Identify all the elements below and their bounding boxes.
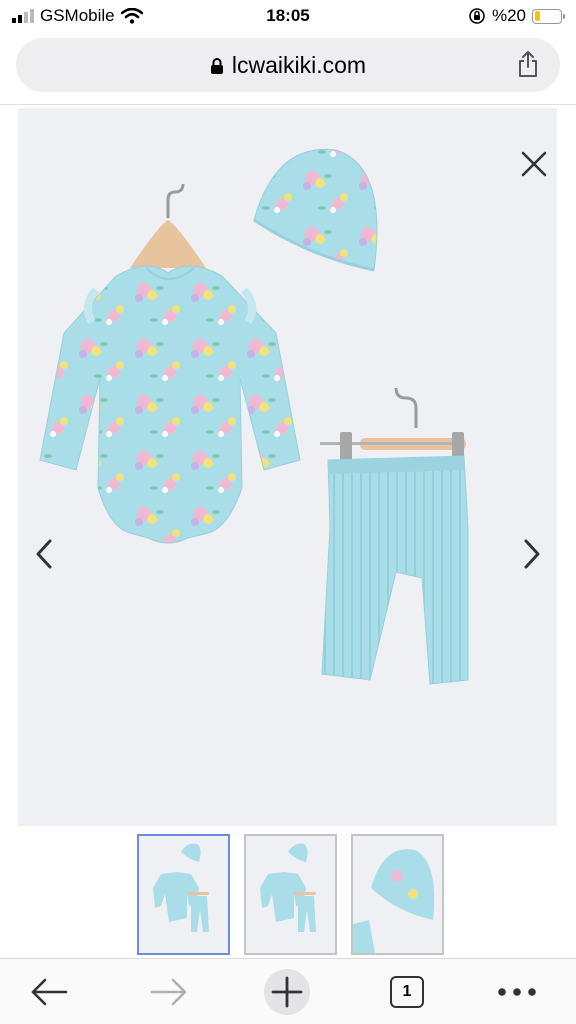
chevron-right-icon[interactable] xyxy=(520,538,544,570)
url-display[interactable]: lcwaikiki.com xyxy=(16,52,560,79)
orientation-lock-icon xyxy=(469,8,485,24)
product-image-gallery[interactable] xyxy=(18,108,557,826)
url-text: lcwaikiki.com xyxy=(231,52,367,78)
battery-percent: %20 xyxy=(491,6,526,25)
thumbnail-3[interactable] xyxy=(351,834,444,955)
forward-button[interactable] xyxy=(146,969,192,1015)
status-right: %20 xyxy=(468,6,565,26)
address-bar[interactable]: lcwaikiki.com xyxy=(16,38,560,92)
share-icon[interactable] xyxy=(516,50,540,78)
chrome-divider xyxy=(0,104,576,105)
thumbnail-image xyxy=(153,843,209,932)
thumbnail-strip xyxy=(137,834,444,955)
thumbnail-2[interactable] xyxy=(244,834,337,955)
forward-arrow-icon xyxy=(150,978,187,1006)
browser-toolbar: 1 xyxy=(0,958,576,1024)
more-button[interactable] xyxy=(494,969,540,1015)
tabs-button[interactable]: 1 xyxy=(384,969,430,1015)
plus-icon xyxy=(271,976,303,1008)
thumbnail-image xyxy=(260,843,316,932)
product-photo xyxy=(39,148,469,685)
lock-icon xyxy=(210,57,223,74)
tabs-icon: 1 xyxy=(390,976,424,1008)
battery-level xyxy=(534,11,540,21)
close-icon[interactable] xyxy=(518,148,550,180)
status-bar: GSMobile 18:05 %20 xyxy=(0,0,576,32)
thumbnail-image xyxy=(353,849,435,953)
battery-icon xyxy=(532,8,565,24)
new-tab-button[interactable] xyxy=(264,969,310,1015)
back-button[interactable] xyxy=(26,969,72,1015)
back-arrow-icon xyxy=(31,978,68,1006)
more-icon xyxy=(498,988,536,996)
thumbnail-1[interactable] xyxy=(137,834,230,955)
chevron-left-icon[interactable] xyxy=(32,538,56,570)
